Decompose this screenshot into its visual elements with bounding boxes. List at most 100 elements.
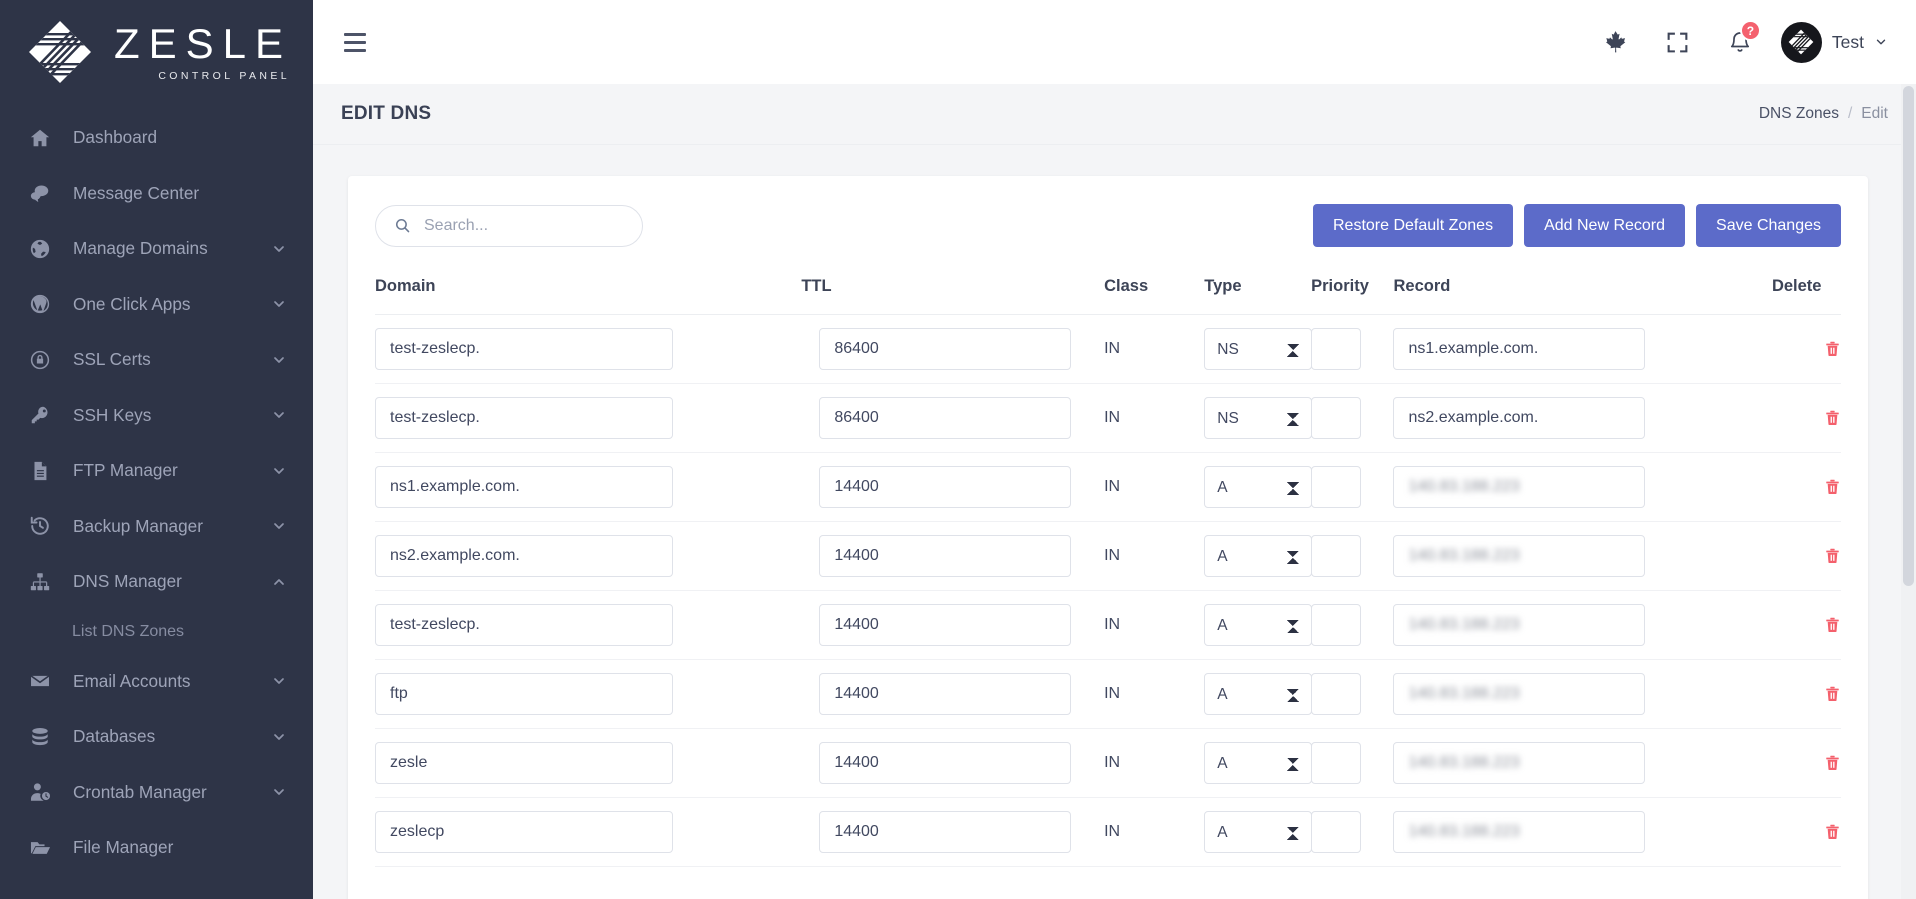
cell-priority: [1311, 798, 1393, 867]
history-icon: [29, 514, 59, 538]
priority-input[interactable]: [1311, 328, 1361, 370]
sidebar-item-ftp-manager[interactable]: FTP Manager: [0, 443, 313, 499]
ttl-input[interactable]: [819, 397, 1071, 439]
sidebar-item-ssh-keys[interactable]: SSH Keys: [0, 388, 313, 444]
cell-domain: [375, 798, 801, 867]
priority-input[interactable]: [1311, 535, 1361, 577]
ttl-input[interactable]: [819, 811, 1071, 853]
domain-input[interactable]: [375, 811, 673, 853]
priority-input[interactable]: [1311, 466, 1361, 508]
cell-priority: [1311, 522, 1393, 591]
sidebar-item-backup-manager[interactable]: Backup Manager: [0, 499, 313, 555]
sidebar-item-dns-manager[interactable]: DNS Manager: [0, 554, 313, 610]
sidebar-item-label: DNS Manager: [73, 571, 271, 592]
sidebar-item-manage-domains[interactable]: Manage Domains: [0, 221, 313, 277]
trash-icon[interactable]: [1824, 615, 1841, 635]
type-select[interactable]: AAAAACNAMEMXNSTXTSRV: [1204, 466, 1312, 508]
maple-leaf-icon[interactable]: [1585, 11, 1647, 73]
domain-input[interactable]: [375, 328, 673, 370]
cell-type: AAAAACNAMEMXNSTXTSRV: [1204, 522, 1311, 591]
sidebar-subitem-list-dns-zones[interactable]: List DNS Zones: [0, 610, 313, 654]
cell-domain: [375, 591, 801, 660]
ttl-input[interactable]: [819, 604, 1071, 646]
add-new-record-button[interactable]: Add New Record: [1524, 204, 1685, 247]
type-select[interactable]: AAAAACNAMEMXNSTXTSRV: [1204, 604, 1312, 646]
hamburger-icon[interactable]: [340, 29, 370, 56]
trash-icon[interactable]: [1824, 684, 1841, 704]
trash-icon[interactable]: [1824, 546, 1841, 566]
save-changes-button[interactable]: Save Changes: [1696, 204, 1841, 247]
cell-domain: [375, 660, 801, 729]
sidebar-item-email-accounts[interactable]: Email Accounts: [0, 654, 313, 710]
sidebar-item-one-click-apps[interactable]: One Click Apps: [0, 277, 313, 333]
cell-type: AAAAACNAMEMXNSTXTSRV: [1204, 729, 1311, 798]
sidebar-item-crontab-manager[interactable]: Crontab Manager: [0, 765, 313, 821]
class-value: IN: [1104, 340, 1120, 357]
type-select[interactable]: AAAAACNAMEMXNSTXTSRV: [1204, 742, 1312, 784]
cell-ttl: [801, 315, 1104, 384]
record-input[interactable]: 140.83.188.223: [1393, 535, 1645, 577]
priority-input[interactable]: [1311, 673, 1361, 715]
breadcrumb-dns-zones[interactable]: DNS Zones: [1759, 105, 1839, 123]
record-input[interactable]: 140.83.188.223: [1393, 673, 1645, 715]
sidebar-item-databases[interactable]: Databases: [0, 709, 313, 765]
user-menu[interactable]: Test: [1781, 22, 1888, 63]
domain-input[interactable]: [375, 535, 673, 577]
record-input[interactable]: 140.83.188.223: [1393, 466, 1645, 508]
cell-delete: [1772, 660, 1841, 729]
sidebar-item-file-manager[interactable]: File Manager: [0, 820, 313, 876]
brand-logo[interactable]: ZESLE CONTROL PANEL: [0, 0, 313, 104]
scrollbar-thumb[interactable]: [1903, 86, 1914, 586]
domain-input[interactable]: [375, 742, 673, 784]
domain-input[interactable]: [375, 604, 673, 646]
domain-input[interactable]: [375, 397, 673, 439]
type-select[interactable]: AAAAACNAMEMXNSTXTSRV: [1204, 397, 1312, 439]
vertical-scrollbar[interactable]: [1901, 84, 1916, 899]
type-select[interactable]: AAAAACNAMEMXNSTXTSRV: [1204, 811, 1312, 853]
page-header: EDIT DNS DNS Zones / Edit: [313, 84, 1916, 145]
sidebar-item-dashboard[interactable]: Dashboard: [0, 110, 313, 166]
search-box[interactable]: [375, 205, 643, 247]
domain-input[interactable]: [375, 466, 673, 508]
type-select[interactable]: AAAAACNAMEMXNSTXTSRV: [1204, 328, 1312, 370]
record-input[interactable]: [1393, 328, 1645, 370]
bell-icon[interactable]: ?: [1709, 11, 1771, 73]
search-input[interactable]: [424, 217, 626, 235]
sidebar-item-label: SSL Certs: [73, 349, 271, 370]
ttl-input[interactable]: [819, 466, 1071, 508]
notifications-badge: ?: [1740, 20, 1761, 41]
sidebar-item-ssl-certs[interactable]: SSL Certs: [0, 332, 313, 388]
restore-default-zones-button[interactable]: Restore Default Zones: [1313, 204, 1513, 247]
priority-input[interactable]: [1311, 742, 1361, 784]
trash-icon[interactable]: [1824, 408, 1841, 428]
trash-icon[interactable]: [1824, 822, 1841, 842]
trash-icon[interactable]: [1824, 477, 1841, 497]
priority-input[interactable]: [1311, 811, 1361, 853]
cell-domain: [375, 315, 801, 384]
type-select[interactable]: AAAAACNAMEMXNSTXTSRV: [1204, 673, 1312, 715]
domain-input[interactable]: [375, 673, 673, 715]
record-input[interactable]: 140.83.188.223: [1393, 811, 1645, 853]
sidebar-item-label: Manage Domains: [73, 238, 271, 259]
ttl-input[interactable]: [819, 328, 1071, 370]
record-input[interactable]: 140.83.188.223: [1393, 742, 1645, 784]
sidebar-item-label: Crontab Manager: [73, 782, 271, 803]
table-header-row: Domain TTL Class Type Priority Record De…: [375, 269, 1841, 315]
sidebar-item-message-center[interactable]: Message Center: [0, 166, 313, 222]
trash-icon[interactable]: [1824, 339, 1841, 359]
record-input[interactable]: [1393, 397, 1645, 439]
record-input[interactable]: 140.83.188.223: [1393, 604, 1645, 646]
globe-icon: [29, 237, 59, 261]
trash-icon[interactable]: [1824, 753, 1841, 773]
priority-input[interactable]: [1311, 397, 1361, 439]
type-select[interactable]: AAAAACNAMEMXNSTXTSRV: [1204, 535, 1312, 577]
cell-domain: [375, 729, 801, 798]
cell-ttl: [801, 660, 1104, 729]
ttl-input[interactable]: [819, 673, 1071, 715]
cell-class: IN: [1104, 384, 1204, 453]
ttl-input[interactable]: [819, 742, 1071, 784]
priority-input[interactable]: [1311, 604, 1361, 646]
ttl-input[interactable]: [819, 535, 1071, 577]
fullscreen-icon[interactable]: [1647, 11, 1709, 73]
cell-class: IN: [1104, 315, 1204, 384]
